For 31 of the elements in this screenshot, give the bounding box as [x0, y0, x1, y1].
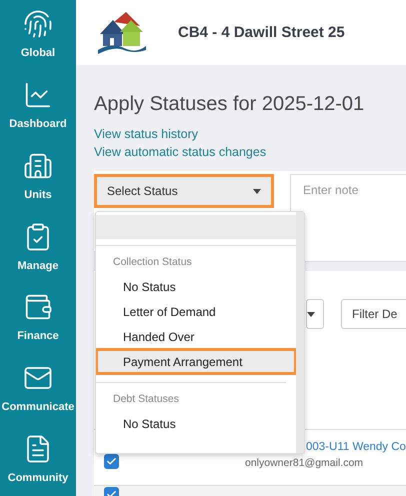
sidebar-item[interactable]: Global	[0, 0, 76, 71]
option-group-label: Collection Status	[112, 255, 193, 270]
history-link[interactable]: View status history	[94, 127, 198, 141]
caret-icon	[253, 188, 261, 194]
row-checkbox[interactable]	[104, 454, 119, 469]
fingerprint-icon	[23, 9, 53, 39]
page-title: Apply Statuses for 2025-12-01	[94, 92, 366, 117]
owner-email: onlyowner81@gmail.com	[245, 457, 364, 469]
status-option[interactable]: Payment Arrangement	[96, 349, 296, 374]
caret-icon	[307, 312, 315, 316]
sidebar-item[interactable]: Manage	[0, 212, 76, 284]
sidebar-item[interactable]: Dashboard	[0, 70, 76, 142]
status-select[interactable]: Select Status	[94, 174, 274, 208]
sidebar-item[interactable]: Finance	[0, 283, 76, 354]
property-title: CB4 - 4 Dawill Street 25	[178, 24, 345, 41]
unit-owner-link[interactable]: 003-U11 Wendy Co	[306, 441, 406, 453]
logo-icon	[96, 10, 148, 56]
status-option[interactable]: No Status	[96, 274, 296, 299]
filter-select[interactable]	[306, 299, 324, 329]
status-option[interactable]: Letter of Demand	[96, 299, 296, 324]
note-field[interactable]: Enter note	[290, 174, 406, 262]
filter-field[interactable]: Filter De	[341, 299, 406, 329]
status-option[interactable]: No Status	[96, 411, 296, 436]
scrollbar[interactable]	[296, 212, 304, 453]
sidebar-item[interactable]: Communicate	[0, 354, 76, 426]
check-icon	[106, 456, 117, 467]
option-group-label: Debt Statuses	[112, 392, 180, 407]
sidebar-item[interactable]: Units	[0, 142, 76, 213]
sidebar-item[interactable]: Community	[0, 425, 76, 496]
history-link[interactable]: View automatic status changes	[94, 145, 266, 159]
status-option[interactable]: Handed Over	[96, 324, 296, 349]
